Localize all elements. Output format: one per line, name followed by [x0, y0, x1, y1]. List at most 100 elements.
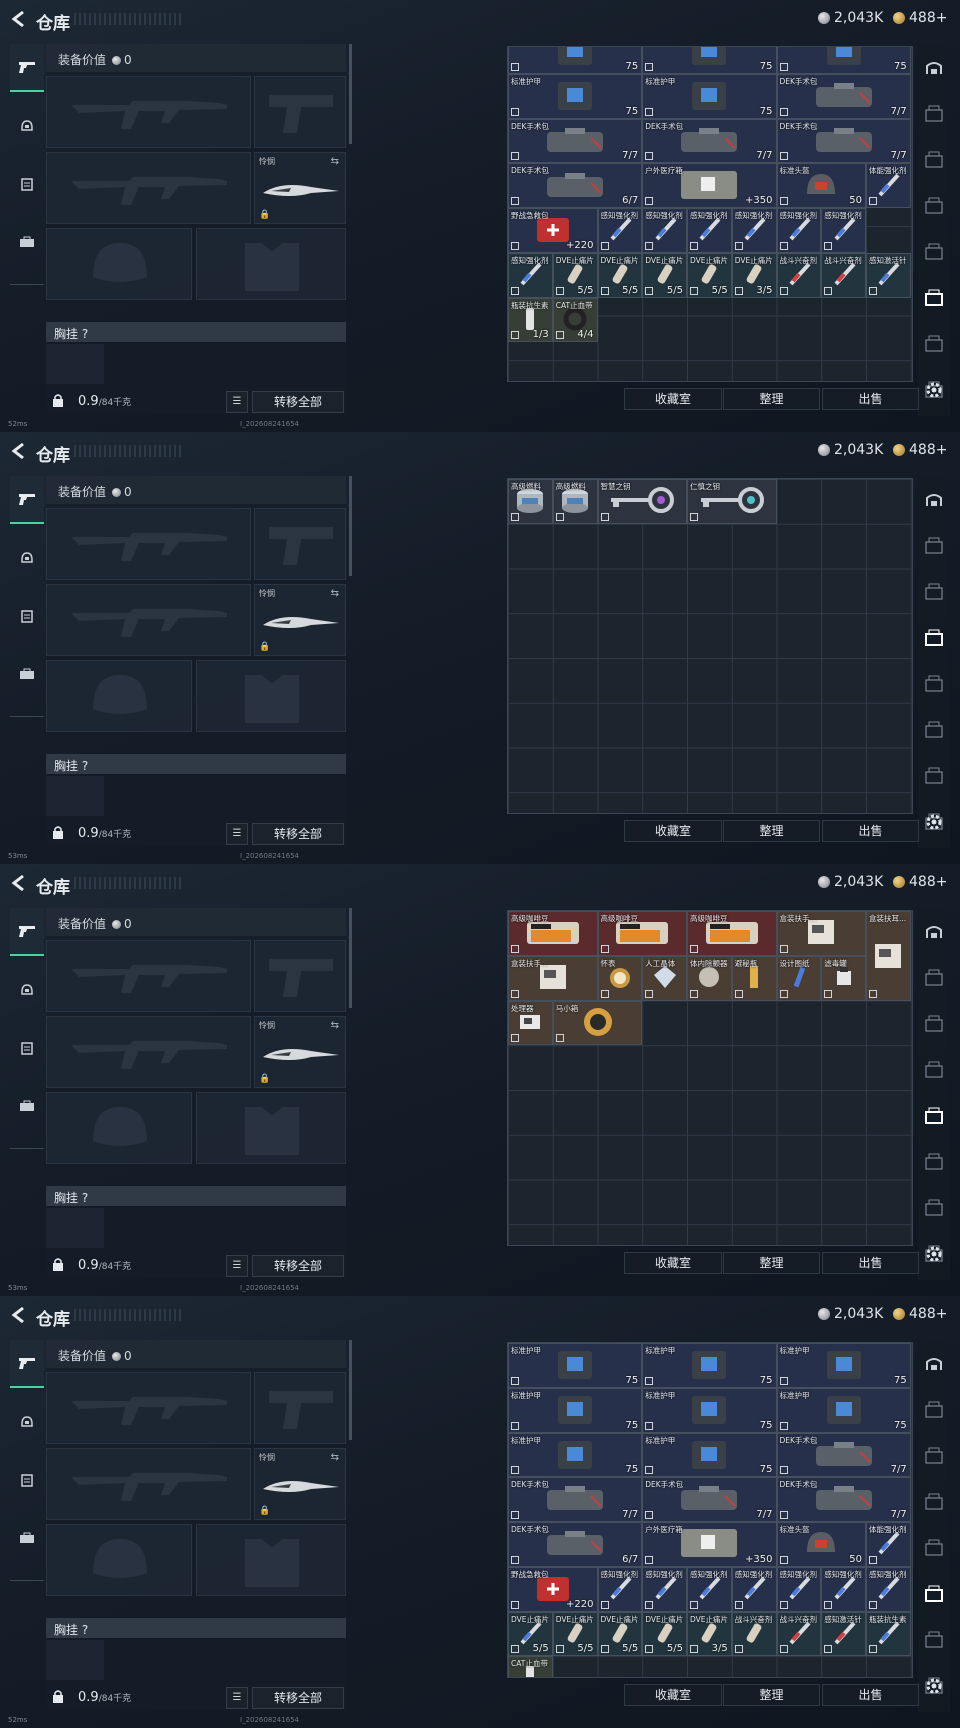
list-view-button[interactable]: ☰ — [226, 1255, 248, 1277]
transfer-all-button[interactable]: 转移全部 — [252, 823, 344, 845]
helmet-slot[interactable] — [46, 228, 192, 300]
swap-icon[interactable]: ⇆ — [331, 156, 339, 167]
inventory-item[interactable]: 体内除颤器 — [687, 955, 732, 1001]
inventory-item[interactable]: DVE止痛片 5/5 — [552, 252, 598, 298]
sell-button[interactable]: 出售 — [822, 1684, 919, 1706]
storage-page-icon[interactable] — [922, 1628, 946, 1652]
inventory-item[interactable]: 标准护甲 75 — [776, 1387, 911, 1433]
gold-balance[interactable]: 488+ — [893, 874, 947, 890]
inventory-item[interactable]: 75 — [642, 47, 777, 74]
swap-icon[interactable]: ⇆ — [331, 1020, 339, 1031]
inventory-item[interactable]: DVE止痛片 5/5 — [642, 1611, 687, 1657]
chest-rig-slot[interactable] — [46, 776, 104, 816]
storage-page-icon[interactable] — [922, 194, 946, 218]
tab-weapons[interactable] — [10, 908, 44, 956]
inventory-item[interactable]: DVE止痛片 5/5 — [552, 1611, 598, 1657]
back-arrow-icon[interactable] — [10, 10, 26, 28]
inventory-item[interactable]: DEK手术包 7/7 — [776, 73, 911, 119]
armor-slot[interactable] — [196, 228, 346, 300]
inventory-item[interactable]: 高级咖啡豆 — [597, 911, 687, 956]
swap-icon[interactable]: ⇆ — [331, 588, 339, 599]
storage-page-icon[interactable] — [922, 580, 946, 604]
gold-balance[interactable]: 488+ — [893, 10, 947, 26]
melee-slot[interactable]: 怜悯 ⇆ 🔒 — [254, 584, 346, 656]
sort-button[interactable]: 整理 — [723, 1684, 820, 1706]
inventory-item[interactable]: 感知强化剂 — [597, 208, 643, 253]
tab-helmet[interactable] — [10, 1398, 44, 1446]
inventory-item[interactable]: DEK手术包 7/7 — [776, 1477, 911, 1522]
storage-home-icon[interactable] — [922, 920, 946, 944]
storage-page-icon[interactable] — [922, 966, 946, 990]
storage-page-icon[interactable] — [922, 286, 946, 310]
silver-balance[interactable]: 2,043K — [818, 10, 883, 26]
sort-button[interactable]: 整理 — [723, 1252, 820, 1274]
melee-slot[interactable]: 怜悯 ⇆ 🔒 — [254, 1448, 346, 1520]
inventory-item[interactable]: 体能强化剂 — [866, 163, 911, 209]
list-view-button[interactable]: ☰ — [226, 823, 248, 845]
primary-weapon-slot[interactable] — [46, 1372, 251, 1444]
inventory-item[interactable]: 高级咖啡豆 — [687, 911, 777, 956]
inventory-item[interactable]: DVE止痛片 5/5 — [597, 1611, 643, 1657]
inventory-item[interactable]: 75 — [776, 47, 911, 74]
inventory-item[interactable]: 盒装扶耳... — [866, 911, 911, 1001]
armor-slot[interactable] — [196, 1524, 346, 1596]
inventory-item[interactable]: DEK手术包 6/7 — [508, 1522, 643, 1567]
list-view-button[interactable]: ☰ — [226, 1687, 248, 1709]
inventory-item[interactable]: 怀表 — [597, 955, 643, 1001]
inventory-item[interactable]: 户外医疗箱 +350 — [642, 163, 777, 209]
back-arrow-icon[interactable] — [10, 442, 26, 460]
left-scrollbar[interactable] — [349, 1340, 352, 1440]
inventory-item[interactable]: 感知强化剂 — [508, 252, 553, 298]
gold-balance[interactable]: 488+ — [893, 1306, 947, 1322]
pistol-slot[interactable] — [254, 76, 346, 148]
storage-grid[interactable]: 高级咖啡豆 高级咖啡豆 高级咖啡豆 盒装扶手... 盒装扶耳... 盒装扶手... 怀表 人工… — [507, 910, 913, 1246]
tab-helmet[interactable] — [10, 102, 44, 150]
primary-weapon-slot[interactable] — [46, 940, 251, 1012]
inventory-item[interactable]: DVE止痛片 5/5 — [642, 252, 687, 298]
tab-weapons[interactable] — [10, 44, 44, 92]
melee-slot[interactable]: 怜悯 ⇆ 🔒 — [254, 1016, 346, 1088]
inventory-item[interactable]: CAT止血带 — [508, 1656, 553, 1677]
chest-rig-slot[interactable] — [46, 1208, 104, 1248]
chest-rig-bar[interactable]: 胸挂 ? — [46, 1186, 346, 1206]
transfer-all-button[interactable]: 转移全部 — [252, 1687, 344, 1709]
storage-grid[interactable]: 75 75 75 标准护甲 75 标准护甲 75 DEK手术包 7/7 DEK手术包 7/7 DEK手… — [507, 46, 913, 382]
inventory-item[interactable]: 感知强化剂 — [821, 208, 866, 253]
storage-page-icon[interactable] — [922, 1012, 946, 1036]
storage-grid[interactable]: 高级燃料 高级燃料 智慧之钥 仁慎之钥 — [507, 478, 913, 814]
inventory-item[interactable]: CAT止血带 4/4 — [552, 297, 598, 343]
inventory-item[interactable]: 感知强化剂 — [597, 1566, 643, 1612]
inventory-item[interactable]: 感知强化剂 — [776, 208, 822, 253]
chest-rig-bar[interactable]: 胸挂 ? — [46, 322, 346, 342]
inventory-item[interactable]: 标准护甲 75 — [508, 73, 643, 119]
inventory-item[interactable]: 处理器 — [508, 1000, 553, 1046]
pistol-slot[interactable] — [254, 508, 346, 580]
storage-page-icon[interactable] — [922, 1104, 946, 1128]
gold-balance[interactable]: 488+ — [893, 442, 947, 458]
storage-page-icon[interactable] — [922, 240, 946, 264]
storage-page-icon[interactable] — [922, 1058, 946, 1082]
tab-backpack[interactable] — [10, 218, 44, 266]
tab-helmet[interactable] — [10, 966, 44, 1014]
inventory-item[interactable]: 感知激活针 — [866, 252, 911, 298]
inventory-item[interactable]: 感知强化剂 — [642, 208, 687, 253]
inventory-item[interactable]: 感知强化剂 — [687, 1566, 732, 1612]
inventory-item[interactable]: 战斗兴奋剂 — [776, 1611, 822, 1657]
inventory-item[interactable]: 感知强化剂 — [642, 1566, 687, 1612]
inventory-item[interactable]: 仁慎之钥 — [687, 479, 777, 524]
storage-grid[interactable]: 标准护甲 75 标准护甲 75 标准护甲 75 标准护甲 75 标准护甲 75 标准护甲 75 标准护甲… — [507, 1342, 913, 1678]
collection-room-button[interactable]: 收藏室 — [624, 1252, 722, 1274]
storage-page-icon[interactable] — [922, 1444, 946, 1468]
sell-button[interactable]: 出售 — [822, 1252, 919, 1274]
inventory-item[interactable]: 感知强化剂 — [731, 1566, 777, 1612]
inventory-item[interactable]: 标准头盔 50 — [776, 163, 866, 209]
tab-helmet[interactable] — [10, 534, 44, 582]
transfer-all-button[interactable]: 转移全部 — [252, 391, 344, 413]
pistol-slot[interactable] — [254, 1372, 346, 1444]
sort-button[interactable]: 整理 — [723, 388, 820, 410]
inventory-item[interactable]: 感知强化剂 — [687, 208, 732, 253]
sell-button[interactable]: 出售 — [822, 820, 919, 842]
left-scrollbar[interactable] — [349, 44, 352, 144]
storage-page-icon[interactable] — [922, 102, 946, 126]
inventory-item[interactable]: 设计图纸 — [776, 955, 822, 1001]
